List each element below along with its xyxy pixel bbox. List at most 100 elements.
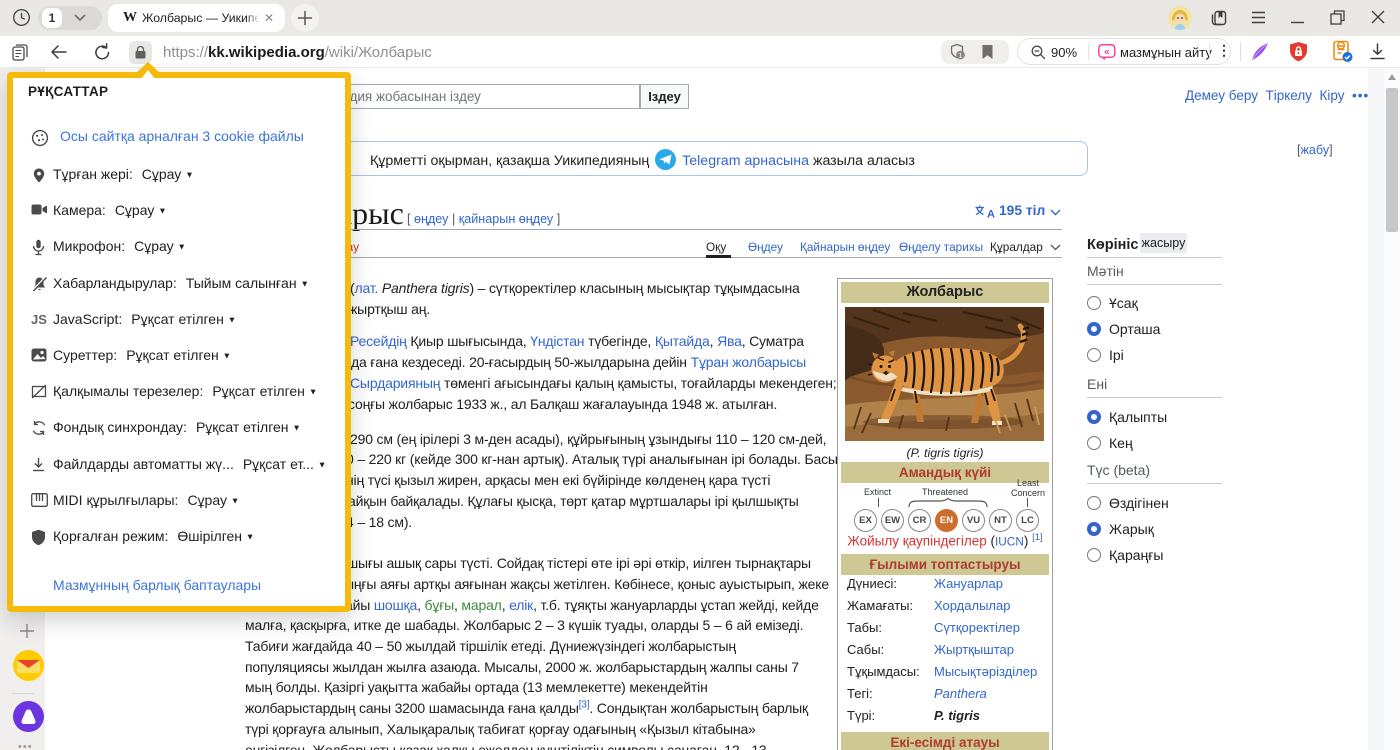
cookie-link[interactable]: Осы сайтқа арналған 3 cookie файлы: [60, 128, 304, 144]
radio-label-Жарық[interactable]: Жарық: [1109, 521, 1154, 537]
appearance-hide-button[interactable]: жасыру: [1140, 233, 1187, 253]
language-chevron-icon[interactable]: [1050, 209, 1061, 216]
tab-panels-icon[interactable]: [1210, 9, 1228, 27]
radio-Жарық[interactable]: [1087, 522, 1101, 536]
yandex-pen-extension-icon[interactable]: [1249, 41, 1271, 63]
read-aloud-label[interactable]: мазмұнын айту: [1120, 45, 1212, 60]
radio-label-Ұсақ[interactable]: Ұсақ: [1109, 295, 1138, 311]
alice-assistant-icon[interactable]: [13, 701, 44, 732]
tab-close-icon[interactable]: ✕: [264, 11, 274, 25]
camera-icon: [31, 203, 48, 220]
new-tab-button[interactable]: [291, 4, 319, 32]
scrollbar-up-icon[interactable]: [1388, 74, 1396, 80]
permission-value-dropdown[interactable]: Өшірілген ▼: [177, 528, 254, 544]
status-red-link[interactable]: Жойылу қаупіндегілер: [847, 534, 986, 549]
permission-value-dropdown[interactable]: Рұқсат етілген ▼: [212, 383, 317, 399]
radio-label-Кең[interactable]: Кең: [1109, 435, 1133, 451]
wiki-tab-Өңдеу[interactable]: Өңдеу: [748, 240, 783, 254]
taxonomy-value[interactable]: Panthera: [934, 686, 987, 701]
read-aloud-icon[interactable]: «: [1098, 44, 1116, 61]
radio-label-Ірі[interactable]: Ірі: [1109, 347, 1124, 363]
zoom-level[interactable]: 90%: [1051, 45, 1077, 60]
permission-value-dropdown[interactable]: Рұқсат ет... ▼: [243, 456, 326, 472]
banner-close[interactable]: [жабу]: [1297, 143, 1333, 157]
taxonomy-value[interactable]: Хордалылар: [934, 598, 1010, 613]
register-link[interactable]: Тіркелу: [1266, 88, 1313, 103]
menu-icon[interactable]: [1251, 11, 1266, 24]
edit-link[interactable]: өңдеу: [414, 212, 448, 226]
taxonomy-value[interactable]: Жыртқыштар: [934, 642, 1014, 657]
chevron-down-icon[interactable]: [74, 14, 86, 22]
taxonomy-value[interactable]: Жануарлар: [934, 576, 1003, 591]
permission-label: Хабарландырулар:: [53, 275, 177, 291]
user-menu-dots[interactable]: •••: [1352, 88, 1369, 103]
taxonomy-value[interactable]: Мысықтәрізділер: [934, 664, 1037, 679]
wiki-tab-Қайнарын өңдеу[interactable]: Қайнарын өңдеу: [800, 240, 890, 254]
taxonomy-value[interactable]: P. tigris: [934, 708, 980, 723]
wiki-tab-Өңделу тарихы[interactable]: Өңделу тарихы: [899, 240, 983, 254]
telegram-link[interactable]: Telegram арнасына: [682, 153, 809, 169]
permission-value-dropdown[interactable]: Рұқсат етілген ▼: [131, 311, 236, 327]
back-icon[interactable]: [50, 44, 67, 60]
wiki-tab-Оқу[interactable]: Оқу: [706, 240, 726, 254]
login-link[interactable]: Кіру: [1320, 88, 1345, 103]
radio-label-Қараңғы[interactable]: Қараңғы: [1109, 547, 1163, 563]
minimize-icon[interactable]: [1291, 21, 1304, 24]
taxonomy-header[interactable]: Ғылыми топтастыруы: [841, 554, 1049, 575]
title-edit-links: [ өңдеу | қайнарын өңдеу ]: [407, 212, 560, 226]
radio-label-Өздігінен[interactable]: Өздігінен: [1109, 495, 1169, 511]
permission-value-dropdown[interactable]: Сұрау ▼: [187, 492, 239, 508]
permission-value-dropdown[interactable]: Сұрау ▼: [134, 238, 186, 254]
tab-group-pill[interactable]: 1: [38, 6, 102, 30]
permission-value-dropdown[interactable]: Сұрау ▼: [115, 202, 167, 218]
adguard-shield-icon[interactable]: [1288, 41, 1309, 63]
add-panel-icon[interactable]: [19, 623, 35, 639]
scrollbar-thumb[interactable]: [1386, 88, 1398, 232]
radio-label-Орташа[interactable]: Орташа: [1109, 321, 1160, 337]
avatar[interactable]: [1168, 6, 1192, 30]
article-line: Сырдарияның төменгі ағысындағы қалың қам…: [350, 373, 836, 394]
history-icon[interactable]: [12, 8, 31, 27]
translate-doc-icon[interactable]: [1331, 40, 1355, 64]
browser-tab[interactable]: W Жолбарыс — Уикипеди ✕: [108, 4, 285, 32]
ref-1[interactable]: [1]: [1032, 532, 1043, 543]
url-text[interactable]: https://kk.wikipedia.org/wiki/Жолбарыс: [163, 44, 432, 61]
close-window-icon[interactable]: [1371, 10, 1385, 24]
zoom-out-icon[interactable]: [1031, 45, 1046, 60]
radio-Қараңғы[interactable]: [1087, 548, 1101, 562]
restore-window-icon[interactable]: [1330, 10, 1345, 25]
donate-link[interactable]: Демеу беру: [1185, 88, 1258, 103]
radio-Қалыпты[interactable]: [1087, 410, 1101, 424]
wiki-tab-Құралдар[interactable]: Құралдар: [990, 240, 1043, 254]
content-settings-link[interactable]: Мазмұнның барлық баптаулары: [53, 577, 261, 593]
permission-value-dropdown[interactable]: Сұрау ▼: [142, 166, 194, 182]
site-security-chip[interactable]: [129, 41, 152, 64]
radio-label-Қалыпты[interactable]: Қалыпты: [1109, 409, 1167, 425]
strip-more-icon[interactable]: •••: [18, 741, 33, 750]
permission-value-dropdown[interactable]: Тыйым салынған ▼: [186, 275, 309, 291]
radio-Кең[interactable]: [1087, 436, 1101, 450]
wiki-search-button[interactable]: Іздеу: [640, 84, 689, 109]
downloads-icon[interactable]: [1369, 43, 1386, 60]
edit-source-link[interactable]: қайнарын өңдеу: [459, 212, 553, 226]
radio-Орташа[interactable]: [1087, 322, 1101, 336]
iucn-link[interactable]: IUCN: [995, 535, 1024, 549]
protect-shield-icon[interactable]: 1: [949, 43, 967, 61]
binomial-header[interactable]: Екі-есімді атауы: [841, 732, 1049, 750]
tools-chevron-icon[interactable]: [1050, 244, 1061, 251]
permission-value-dropdown[interactable]: Рұқсат етілген ▼: [196, 419, 301, 435]
sidebar-toggle-icon[interactable]: [12, 44, 29, 61]
radio-Өздігінен[interactable]: [1087, 496, 1101, 510]
reload-icon[interactable]: [94, 43, 111, 61]
article-line: да ғана кездеседі. 20-ғасырдың 50-жылдар…: [351, 352, 806, 373]
svg-text:«: «: [1104, 47, 1110, 58]
taxonomy-value[interactable]: Сүтқоректілер: [934, 620, 1020, 635]
tiger-photo[interactable]: [845, 307, 1044, 441]
bookmark-icon[interactable]: [981, 44, 994, 60]
radio-Ірі[interactable]: [1087, 348, 1101, 362]
permission-value-dropdown[interactable]: Рұқсат етілген ▼: [126, 347, 231, 363]
yandex-mail-icon[interactable]: [13, 650, 44, 681]
pill-more-icon[interactable]: ⋮: [1217, 42, 1231, 59]
radio-Ұсақ[interactable]: [1087, 296, 1101, 310]
language-selector[interactable]: 195 тіл: [999, 203, 1045, 218]
